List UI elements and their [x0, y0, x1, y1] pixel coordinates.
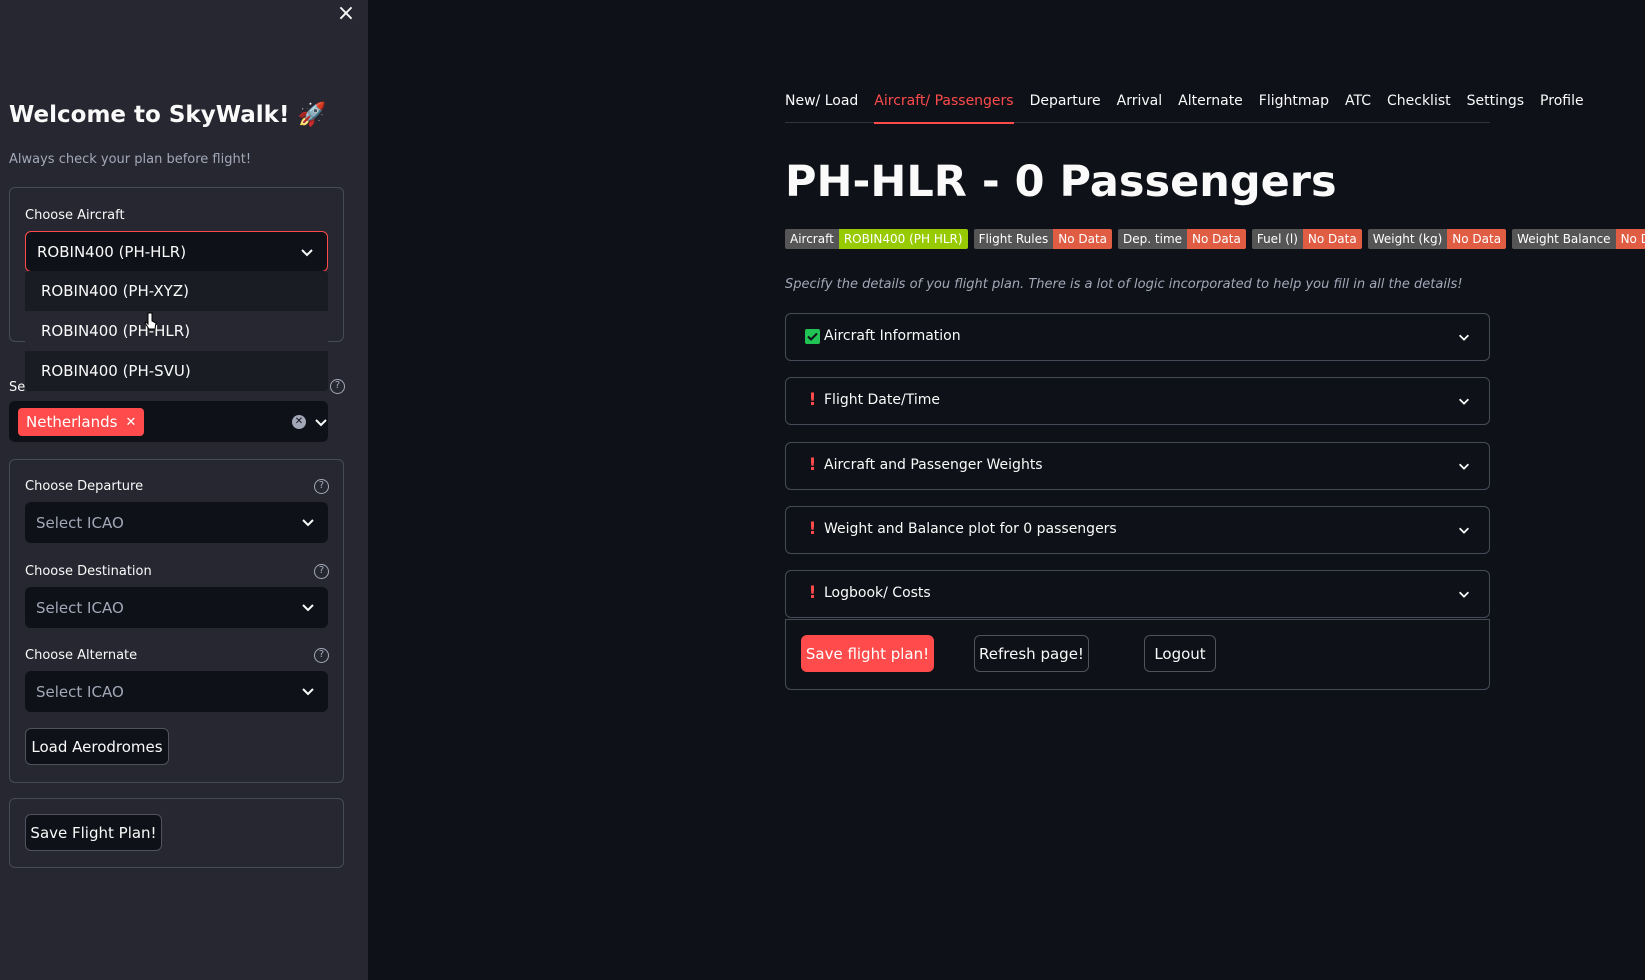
exclamation-icon: ! [808, 390, 817, 410]
destination-placeholder: Select ICAO [36, 598, 124, 617]
status-badge: Weight Balance No Data [1512, 229, 1645, 249]
alternate-label: Choose Alternate [25, 648, 138, 663]
logout-button[interactable]: Logout [1144, 635, 1216, 672]
destination-select[interactable]: Select ICAO [25, 587, 328, 628]
help-icon[interactable]: ? [330, 379, 345, 394]
aircraft-dropdown-menu: ROBIN400 (PH-XYZ) ROBIN400 (PH-HLR) ROBI… [25, 271, 328, 391]
expander-title: Logbook/ Costs [824, 585, 931, 601]
exclamation-icon: ! [808, 455, 817, 475]
status-badge: Aircraft ROBIN400 (PH HLR) [785, 229, 968, 249]
status-badge: Dep. time No Data [1118, 229, 1246, 249]
tab-new-load[interactable]: New/ Load [785, 86, 858, 123]
badge-value: No Data [1187, 229, 1246, 249]
badge-key: Fuel (l) [1251, 229, 1303, 249]
chevron-down-icon [1459, 334, 1469, 341]
remove-tag-icon[interactable]: ✕ [125, 415, 136, 430]
tab-profile[interactable]: Profile [1540, 86, 1584, 123]
alternate-placeholder: Select ICAO [36, 682, 124, 701]
badge-key: Aircraft [785, 229, 839, 249]
status-badges: Aircraft ROBIN400 (PH HLR) Flight Rules … [785, 229, 1645, 249]
help-icon[interactable]: ? [314, 564, 329, 579]
expander-logbook-costs[interactable]: ! Logbook/ Costs [785, 570, 1490, 618]
chevron-down-icon[interactable] [313, 414, 329, 430]
chevron-down-icon [302, 604, 314, 612]
expander-title: Weight and Balance plot for 0 passengers [824, 521, 1117, 537]
check-icon [805, 329, 820, 344]
badge-key: Dep. time [1118, 229, 1188, 249]
exclamation-icon: ! [808, 583, 817, 603]
chevron-down-icon [301, 249, 313, 257]
exclamation-icon: ! [808, 519, 817, 539]
status-badge: Fuel (l) No Data [1251, 229, 1362, 249]
expander-title: Flight Date/Time [824, 392, 940, 408]
tab-checklist[interactable]: Checklist [1387, 86, 1451, 123]
badge-key: Weight (kg) [1367, 229, 1448, 249]
tab-arrival[interactable]: Arrival [1117, 86, 1163, 123]
country-multiselect[interactable]: Netherlands ✕ ✕ [9, 401, 328, 442]
tab-alternate[interactable]: Alternate [1178, 86, 1243, 123]
expander-weight-balance-plot[interactable]: ! Weight and Balance plot for 0 passenge… [785, 506, 1490, 554]
departure-select[interactable]: Select ICAO [25, 502, 328, 543]
refresh-page-button[interactable]: Refresh page! [974, 635, 1089, 672]
alternate-select[interactable]: Select ICAO [25, 671, 328, 712]
chevron-down-icon [302, 688, 314, 696]
chevron-down-icon [302, 519, 314, 527]
clear-icon[interactable]: ✕ [292, 415, 306, 429]
mouse-pointer-icon [144, 312, 157, 330]
actions-container: Save flight plan! Refresh page! Logout [785, 619, 1490, 690]
chevron-down-icon [1459, 398, 1469, 405]
save-flight-plan-button[interactable]: Save flight plan! [801, 635, 934, 672]
tab-atc[interactable]: ATC [1345, 86, 1371, 123]
tab-flightmap[interactable]: Flightmap [1259, 86, 1329, 123]
badge-value: No Data [1053, 229, 1113, 249]
load-aerodromes-button[interactable]: Load Aerodromes [25, 728, 169, 765]
badge-value: No Data [1302, 229, 1362, 249]
badge-key: Flight Rules [973, 229, 1054, 249]
aircraft-select[interactable]: ROBIN400 (PH-HLR) [25, 231, 328, 272]
chevron-down-icon [1459, 591, 1469, 598]
country-tag-label: Netherlands [26, 413, 118, 431]
intro-text: Specify the details of you flight plan. … [785, 277, 1463, 292]
badge-value: No Data [1615, 229, 1645, 249]
sidebar: × Welcome to SkyWalk! 🚀 Always check you… [0, 0, 368, 980]
expander-aircraft-passenger-weights[interactable]: ! Aircraft and Passenger Weights [785, 442, 1490, 490]
dropdown-option[interactable]: ROBIN400 (PH-SVU) [25, 351, 328, 391]
country-tag: Netherlands ✕ [18, 408, 145, 436]
expander-title: Aircraft and Passenger Weights [824, 457, 1043, 473]
aircraft-label: Choose Aircraft [25, 208, 125, 223]
save-flight-plan-sidebar-button[interactable]: Save Flight Plan! [25, 814, 162, 851]
destination-label: Choose Destination [25, 564, 152, 579]
country-label: Se [9, 380, 26, 395]
expander-aircraft-information[interactable]: Aircraft Information [785, 313, 1490, 361]
tab-settings[interactable]: Settings [1467, 86, 1524, 123]
expander-title: Aircraft Information [824, 328, 961, 344]
sidebar-subtitle: Always check your plan before flight! [9, 152, 252, 167]
page-title: PH-HLR - 0 Passengers [785, 157, 1337, 207]
tab-aircraft-passengers[interactable]: Aircraft/ Passengers [874, 86, 1014, 124]
chevron-down-icon [1459, 527, 1469, 534]
status-badge: Weight (kg) No Data [1367, 229, 1507, 249]
aircraft-select-value: ROBIN400 (PH-HLR) [37, 242, 187, 261]
status-badge: Flight Rules No Data [973, 229, 1113, 249]
badge-key: Weight Balance [1512, 229, 1616, 249]
departure-label: Choose Departure [25, 479, 144, 494]
badge-value: No Data [1447, 229, 1507, 249]
dropdown-option[interactable]: ROBIN400 (PH-XYZ) [25, 271, 328, 311]
help-icon[interactable]: ? [314, 479, 329, 494]
tab-departure[interactable]: Departure [1030, 86, 1101, 123]
tab-bar: New/ Load Aircraft/ Passengers Departure… [785, 86, 1584, 124]
dropdown-option[interactable]: ROBIN400 (PH-HLR) [25, 311, 328, 351]
chevron-down-icon [1459, 463, 1469, 470]
sidebar-welcome-title: Welcome to SkyWalk! 🚀 [9, 102, 327, 128]
help-icon[interactable]: ? [314, 648, 329, 663]
close-sidebar-icon[interactable]: × [334, 2, 358, 26]
expander-flight-date-time[interactable]: ! Flight Date/Time [785, 377, 1490, 425]
departure-placeholder: Select ICAO [36, 513, 124, 532]
badge-value: ROBIN400 (PH HLR) [838, 229, 968, 249]
